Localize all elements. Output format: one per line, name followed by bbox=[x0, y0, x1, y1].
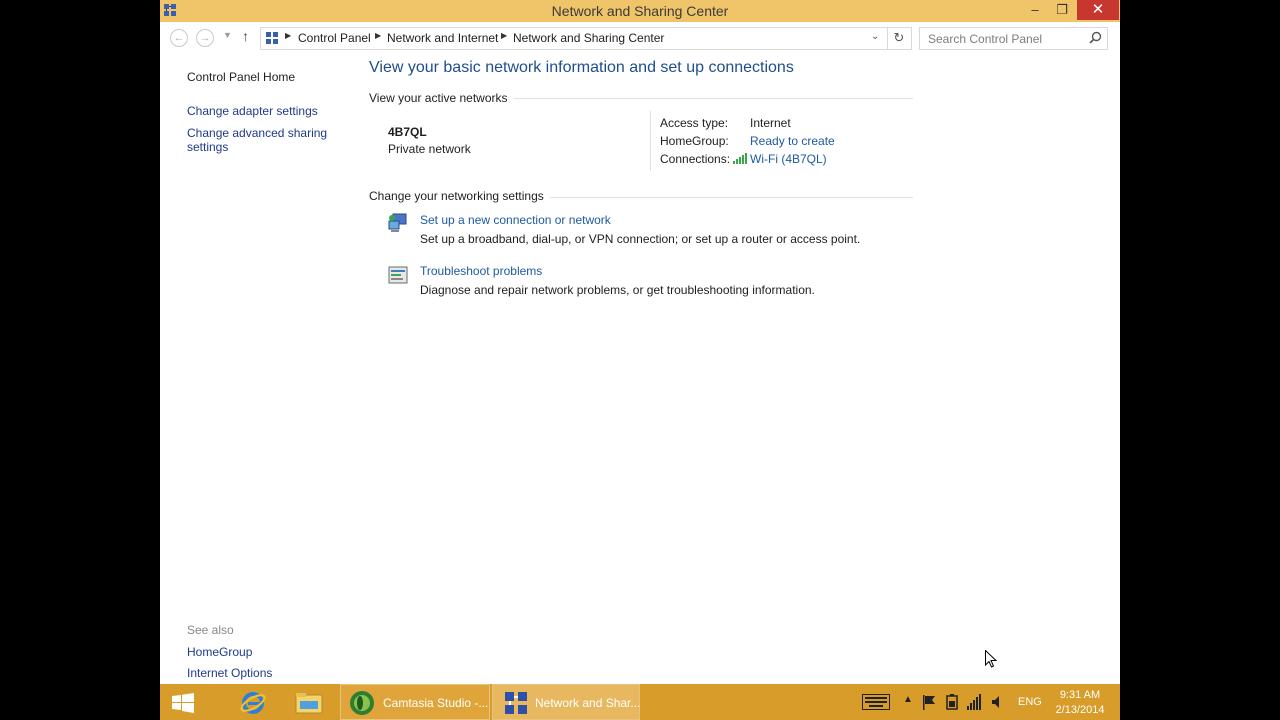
taskbar: Camtasia Studio -... Network and Shar...… bbox=[160, 684, 1120, 720]
start-button[interactable] bbox=[160, 684, 206, 720]
up-button[interactable]: ↑ bbox=[242, 28, 249, 44]
touch-keyboard-icon[interactable] bbox=[862, 694, 890, 710]
camtasia-icon bbox=[350, 691, 374, 715]
window: Network and Sharing Center – ❐ ✕ ← → ▼ ↑… bbox=[160, 0, 1120, 684]
network-name: 4B7QL bbox=[388, 125, 427, 139]
clock-date: 2/13/2014 bbox=[1055, 704, 1105, 716]
troubleshoot-description: Diagnose and repair network problems, or… bbox=[420, 283, 815, 297]
title-bar[interactable]: Network and Sharing Center – ❐ ✕ bbox=[160, 0, 1120, 22]
network-center-icon bbox=[505, 692, 527, 714]
setup-connection-link[interactable]: Set up a new connection or network bbox=[420, 213, 611, 227]
recent-locations-icon[interactable]: ▼ bbox=[223, 30, 232, 40]
back-button[interactable]: ← bbox=[170, 29, 188, 47]
clock-time: 9:31 AM bbox=[1059, 689, 1101, 701]
change-advanced-sharing-link[interactable]: Change advanced sharing bbox=[187, 126, 327, 140]
taskbar-app-network-sharing[interactable]: Network and Shar... bbox=[492, 684, 640, 720]
internet-explorer-icon bbox=[240, 692, 266, 714]
change-adapter-settings-link[interactable]: Change adapter settings bbox=[187, 104, 318, 118]
windows-logo-icon bbox=[172, 693, 194, 713]
network-type-link[interactable]: Private network bbox=[388, 142, 471, 156]
forward-button[interactable]: → bbox=[196, 29, 214, 47]
input-language-indicator[interactable]: ENG bbox=[1018, 696, 1042, 708]
navigation-bar: ← → ▼ ↑ ▶ Control Panel ▶ Network and In… bbox=[160, 22, 1120, 54]
breadcrumb-network-and-internet[interactable]: Network and Internet bbox=[387, 31, 498, 45]
show-hidden-icons-icon[interactable]: ▲ bbox=[903, 694, 913, 705]
search-box[interactable]: Search Control Panel bbox=[919, 27, 1108, 50]
search-input[interactable]: Search Control Panel bbox=[928, 32, 1042, 46]
taskbar-app-label: Network and Shar... bbox=[535, 696, 641, 710]
maximize-button[interactable]: ❐ bbox=[1048, 0, 1076, 20]
action-center-flag-icon[interactable] bbox=[922, 694, 936, 710]
wifi-signal-icon bbox=[733, 153, 747, 164]
new-connection-icon bbox=[388, 213, 407, 232]
breadcrumb-separator-icon[interactable]: ▶ bbox=[285, 31, 291, 40]
tray-gripper[interactable] bbox=[844, 684, 850, 720]
homegroup-link[interactable]: HomeGroup bbox=[187, 645, 252, 659]
volume-icon[interactable] bbox=[991, 695, 1005, 709]
see-also-heading: See also bbox=[187, 623, 234, 637]
address-bar[interactable]: ▶ Control Panel ▶ Network and Internet ▶… bbox=[260, 27, 912, 50]
wifi-connection-link[interactable]: Wi-Fi (4B7QL) bbox=[750, 152, 827, 166]
connections-label: Connections: bbox=[660, 152, 731, 166]
access-type-value: Internet bbox=[750, 116, 791, 130]
address-dropdown-icon[interactable]: ⌄ bbox=[871, 31, 879, 42]
power-icon[interactable] bbox=[945, 694, 959, 710]
window-title: Network and Sharing Center bbox=[551, 3, 729, 19]
internet-explorer-button[interactable] bbox=[230, 684, 274, 720]
troubleshoot-icon bbox=[388, 266, 408, 284]
homegroup-status-link[interactable]: Ready to create bbox=[750, 134, 835, 148]
networking-settings-heading: Change your networking settings bbox=[369, 189, 550, 203]
minimize-button[interactable]: – bbox=[1022, 0, 1048, 20]
access-type-label: Access type: bbox=[660, 116, 729, 130]
mouse-pointer-icon bbox=[985, 650, 997, 668]
taskbar-app-camtasia[interactable]: Camtasia Studio -... bbox=[340, 684, 490, 720]
change-advanced-sharing-link-line2[interactable]: settings bbox=[187, 140, 228, 154]
folder-icon bbox=[295, 693, 323, 714]
wifi-tray-icon[interactable] bbox=[967, 694, 983, 710]
setup-connection-description: Set up a broadband, dial-up, or VPN conn… bbox=[420, 232, 861, 246]
breadcrumb-separator-icon[interactable]: ▶ bbox=[501, 31, 507, 40]
control-panel-home-link[interactable]: Control Panel Home bbox=[187, 70, 295, 84]
system-clock[interactable]: 9:31 AM 2/13/2014 bbox=[1040, 688, 1120, 718]
taskbar-app-label: Camtasia Studio -... bbox=[383, 696, 489, 710]
search-icon[interactable] bbox=[1089, 31, 1102, 44]
internet-options-link[interactable]: Internet Options bbox=[187, 666, 272, 680]
breadcrumb-network-sharing-center[interactable]: Network and Sharing Center bbox=[513, 31, 664, 45]
close-button[interactable]: ✕ bbox=[1077, 0, 1119, 20]
page-title: View your basic network information and … bbox=[369, 59, 794, 76]
troubleshoot-link[interactable]: Troubleshoot problems bbox=[420, 264, 542, 278]
breadcrumb-control-panel[interactable]: Control Panel bbox=[298, 31, 371, 45]
file-explorer-button[interactable] bbox=[286, 684, 330, 720]
breadcrumb-separator-icon[interactable]: ▶ bbox=[375, 31, 381, 40]
divider bbox=[650, 111, 651, 171]
control-panel-icon bbox=[266, 32, 278, 44]
homegroup-label: HomeGroup: bbox=[660, 134, 729, 148]
refresh-button[interactable]: ↻ bbox=[887, 28, 910, 49]
taskbar-gripper[interactable] bbox=[206, 684, 212, 720]
active-networks-heading: View your active networks bbox=[369, 91, 514, 105]
